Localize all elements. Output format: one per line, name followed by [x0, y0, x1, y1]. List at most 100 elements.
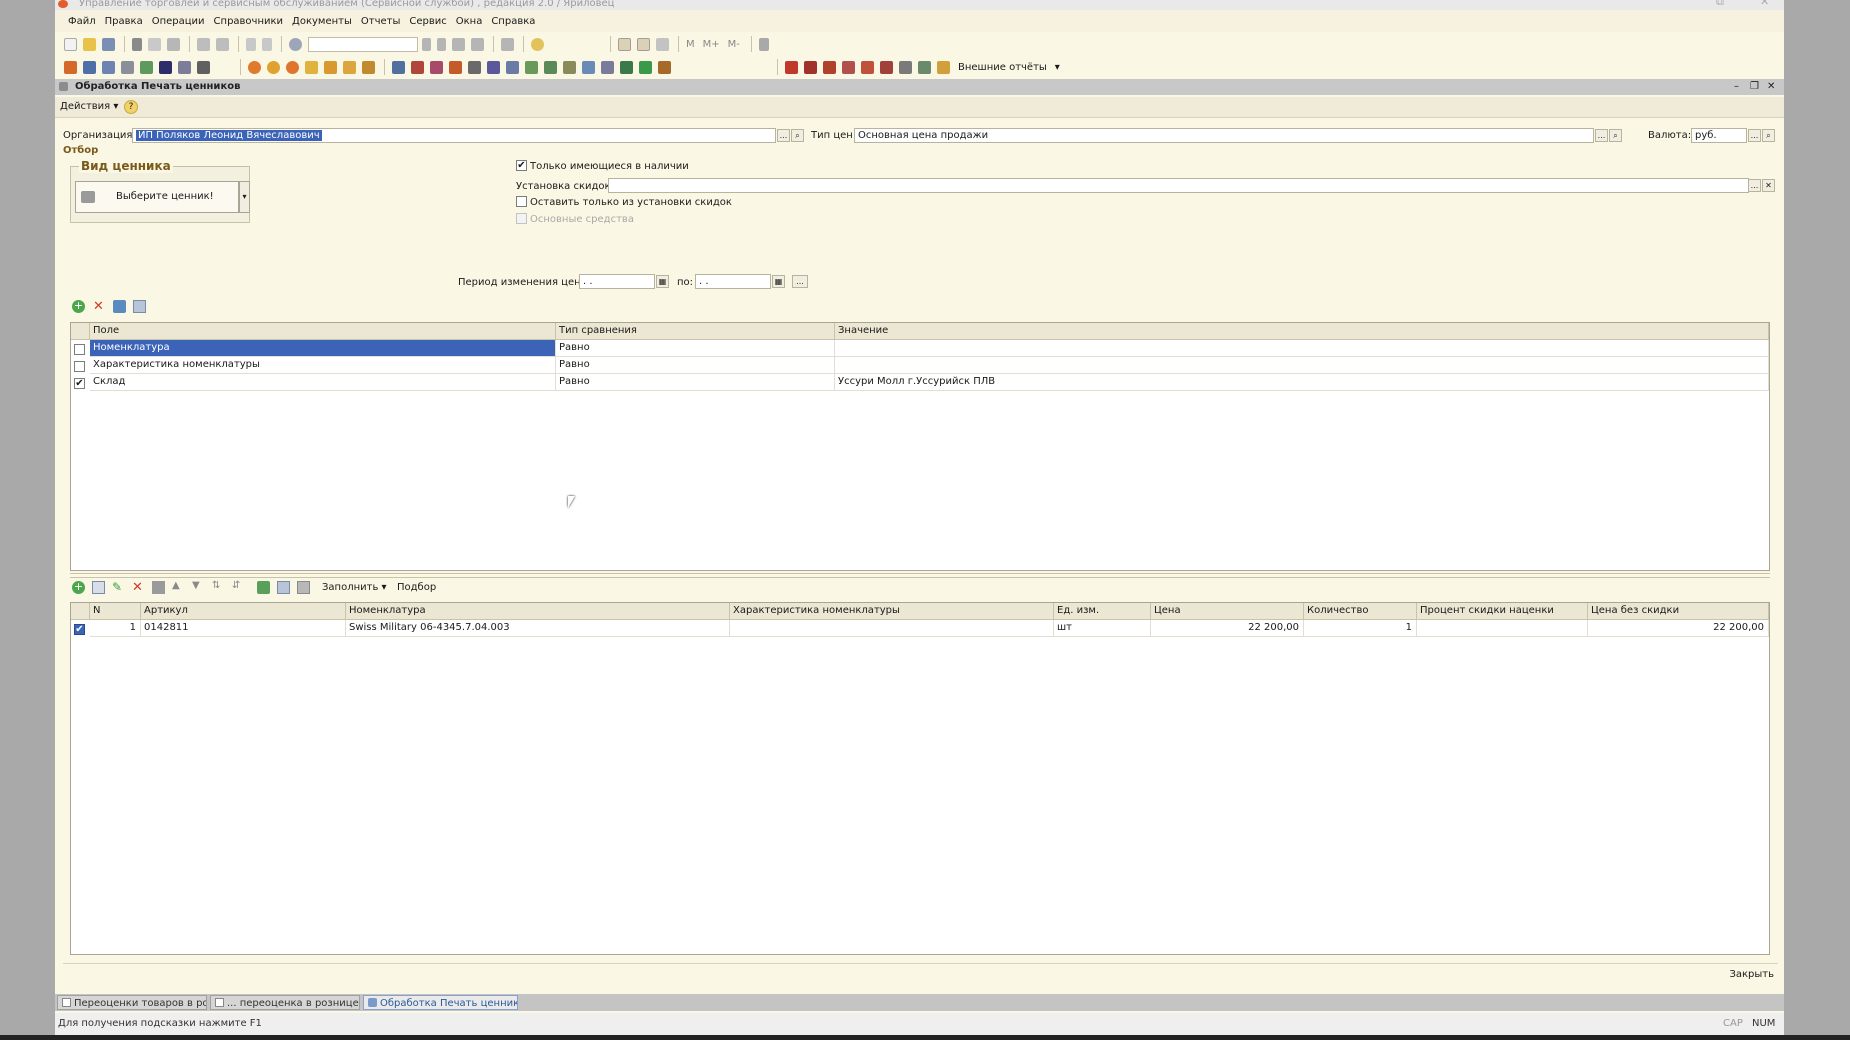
- filter-row-value[interactable]: Уссури Молл г.Уссурийск ПЛВ: [835, 374, 1769, 391]
- menu-documents[interactable]: Документы: [292, 16, 352, 27]
- items-col-n[interactable]: N: [90, 603, 141, 620]
- maximize-doc-icon[interactable]: ❐: [1750, 79, 1759, 95]
- panel-splitter[interactable]: [70, 573, 1770, 578]
- op-icon-16[interactable]: [392, 60, 405, 74]
- info-icon[interactable]: [531, 37, 544, 51]
- op-icon-6[interactable]: [159, 60, 172, 74]
- op-icon-18[interactable]: [430, 60, 443, 74]
- cut-icon[interactable]: [132, 37, 142, 51]
- period-to-field[interactable]: . .: [695, 274, 771, 289]
- menu-reports[interactable]: Отчеты: [361, 16, 400, 27]
- period-from-field[interactable]: . .: [579, 274, 655, 289]
- op-icon-27[interactable]: [601, 60, 614, 74]
- op-icon-20[interactable]: [468, 60, 481, 74]
- copy-row-icon[interactable]: [92, 581, 105, 594]
- currency-open-icon[interactable]: ⌕: [1762, 129, 1775, 142]
- pick-button[interactable]: Подбор: [397, 582, 436, 593]
- menu-file[interactable]: Файл: [68, 16, 96, 27]
- price-type-open-icon[interactable]: ⌕: [1609, 129, 1622, 142]
- filter-row-value[interactable]: [835, 357, 1769, 374]
- menu-operations[interactable]: Операции: [152, 16, 205, 27]
- discount-clear-icon[interactable]: ✕: [1762, 179, 1775, 192]
- op-icon-10[interactable]: [267, 60, 280, 74]
- period-from-calendar-icon[interactable]: ▦: [656, 275, 669, 288]
- op-icon-33[interactable]: [823, 60, 836, 74]
- edit-row-icon[interactable]: ✎: [112, 580, 122, 594]
- op-icon-4[interactable]: [121, 60, 134, 74]
- only-in-stock-checkbox[interactable]: ✔: [516, 160, 527, 171]
- new-doc-icon[interactable]: [64, 37, 77, 51]
- menu-windows[interactable]: Окна: [456, 16, 483, 27]
- filter-col-compare[interactable]: Тип сравнения: [556, 323, 835, 340]
- op-icon-31[interactable]: [785, 60, 798, 74]
- currency-select-button[interactable]: ...: [1748, 129, 1761, 142]
- op-icon-19[interactable]: [449, 60, 462, 74]
- menu-service[interactable]: Сервис: [409, 16, 446, 27]
- filter-row-field[interactable]: Склад: [90, 374, 556, 391]
- discount-field[interactable]: [608, 178, 1749, 193]
- period-to-calendar-icon[interactable]: ▦: [772, 275, 785, 288]
- calendar-icon[interactable]: [618, 37, 631, 51]
- find-prev-icon[interactable]: [471, 37, 484, 51]
- memory-plus[interactable]: M+: [703, 39, 720, 50]
- op-icon-23[interactable]: [525, 60, 538, 74]
- item-name[interactable]: Swiss Military 06-4345.7.04.003: [346, 620, 730, 637]
- organization-select-button[interactable]: ...: [777, 129, 790, 142]
- deselect-all-icon[interactable]: [297, 581, 310, 594]
- copy-icon[interactable]: [148, 37, 161, 51]
- print-icon[interactable]: [197, 37, 210, 51]
- search-dropdown-icon[interactable]: [422, 37, 431, 51]
- actions-menu[interactable]: Действия ▾: [60, 101, 118, 112]
- op-icon-13[interactable]: [324, 60, 337, 74]
- menu-edit[interactable]: Правка: [105, 16, 143, 27]
- op-icon-25[interactable]: [563, 60, 576, 74]
- find-next-icon[interactable]: [452, 37, 465, 51]
- close-doc-icon[interactable]: ✕: [1767, 79, 1775, 95]
- op-icon-12[interactable]: [305, 60, 318, 74]
- op-icon-15[interactable]: [362, 60, 375, 74]
- op-icon-3[interactable]: [102, 60, 115, 74]
- op-icon-1[interactable]: [64, 60, 77, 74]
- op-icon-17[interactable]: [411, 60, 424, 74]
- tag-dropdown-icon[interactable]: ▾: [239, 181, 250, 213]
- filter-row-compare[interactable]: Равно: [556, 374, 835, 391]
- sort-desc-icon[interactable]: ⇵: [232, 580, 240, 591]
- op-icon-37[interactable]: [899, 60, 912, 74]
- op-icon-38[interactable]: [918, 60, 931, 74]
- item-row-checkbox[interactable]: ✔: [74, 624, 85, 635]
- copy-filter-icon[interactable]: [133, 300, 146, 313]
- item-unit[interactable]: шт: [1054, 620, 1151, 637]
- move-up-icon[interactable]: ▲: [172, 580, 180, 591]
- save-icon[interactable]: [102, 37, 115, 51]
- items-col-qty[interactable]: Количество: [1304, 603, 1417, 620]
- close-button[interactable]: Закрыть: [1729, 969, 1774, 980]
- refresh-icon[interactable]: [257, 581, 270, 594]
- currency-field[interactable]: руб.: [1691, 128, 1747, 143]
- add-row-icon[interactable]: +: [72, 581, 85, 594]
- filter-row-compare[interactable]: Равно: [556, 357, 835, 374]
- op-icon-34[interactable]: [842, 60, 855, 74]
- op-icon-26[interactable]: [582, 60, 595, 74]
- select-tag-button[interactable]: Выберите ценник!: [75, 181, 239, 213]
- delete-row-icon[interactable]: ✕: [132, 580, 143, 595]
- items-col-unit[interactable]: Ед. изм.: [1054, 603, 1151, 620]
- period-select-button[interactable]: ...: [792, 275, 808, 288]
- filter-row-checkbox[interactable]: [74, 344, 85, 355]
- calculator-icon[interactable]: [637, 37, 650, 51]
- price-type-select-button[interactable]: ...: [1595, 129, 1608, 142]
- item-characteristic[interactable]: [730, 620, 1054, 637]
- op-icon-8[interactable]: [197, 60, 210, 74]
- item-qty[interactable]: 1: [1304, 620, 1417, 637]
- tool-icon[interactable]: [656, 37, 669, 51]
- item-n[interactable]: 1: [90, 620, 141, 637]
- filter-row-field[interactable]: Номенклатура: [90, 340, 556, 357]
- restore-icon[interactable]: ⧉: [1716, 0, 1724, 7]
- undo-icon[interactable]: [246, 37, 256, 51]
- filter-row-field[interactable]: Характеристика номенклатуры: [90, 357, 556, 374]
- item-price-nodisc[interactable]: 22 200,00: [1588, 620, 1769, 637]
- tab-revaluation-goods[interactable]: Переоценки товаров в роз...: [57, 995, 207, 1010]
- op-icon-28[interactable]: [620, 60, 633, 74]
- fill-menu[interactable]: Заполнить ▾: [322, 582, 387, 593]
- move-down-icon[interactable]: ▼: [192, 580, 200, 591]
- op-icon-2[interactable]: [83, 60, 96, 74]
